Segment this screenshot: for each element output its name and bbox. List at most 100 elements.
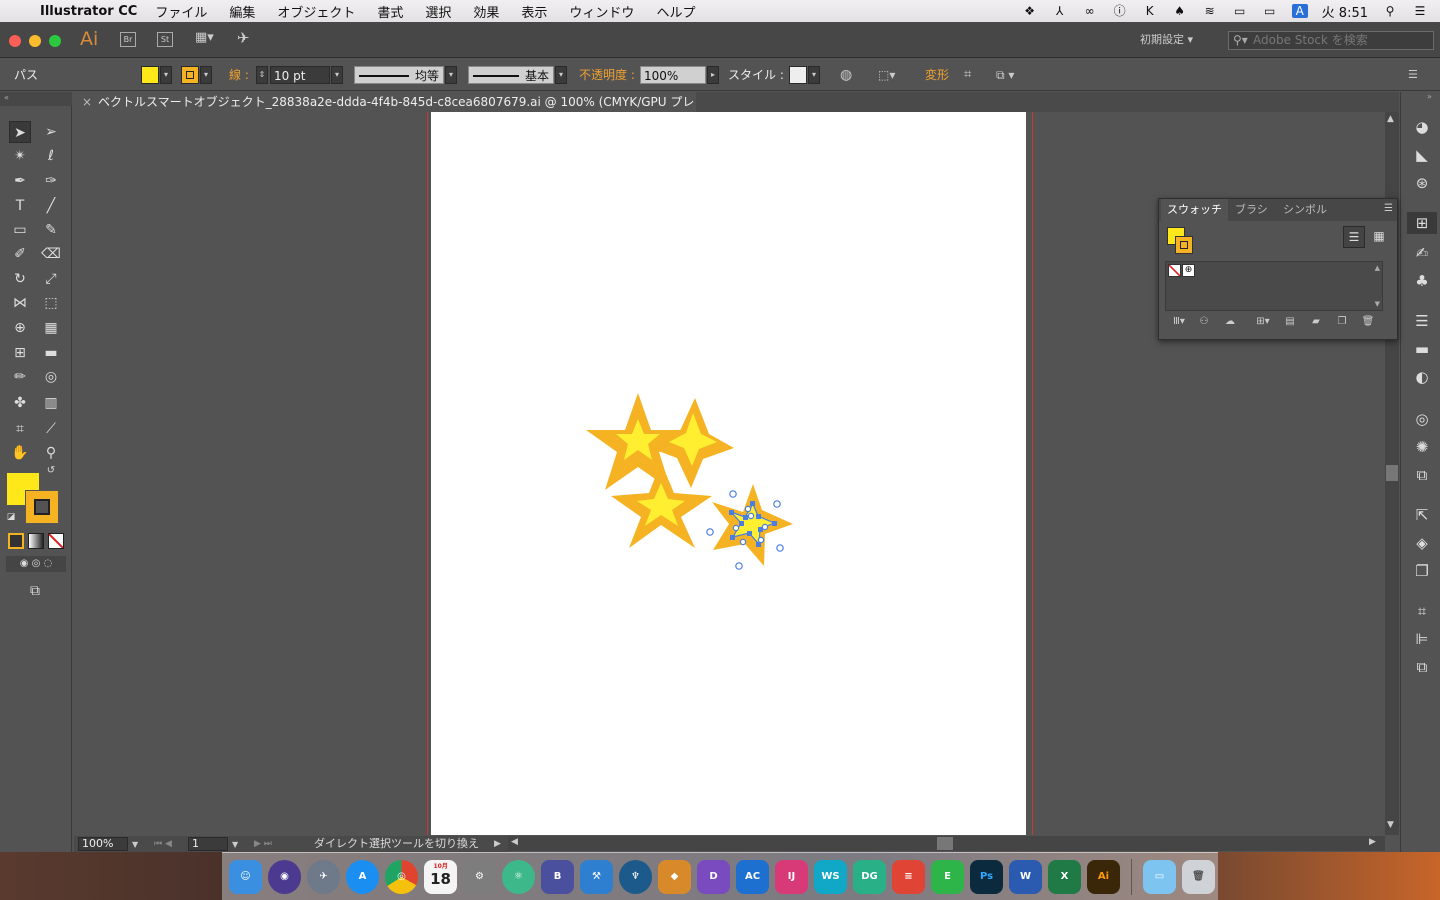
document-tab[interactable]: × ベクトルスマートオブジェクト_28838a2e-ddda-4f4b-845d… (74, 92, 696, 112)
swatch-list-scroll-up[interactable]: ▲ (1375, 264, 1380, 272)
stroke-weight-dropdown[interactable]: ▾ (331, 66, 343, 84)
zoom-window-button[interactable] (49, 35, 61, 47)
horizontal-scroll-thumb[interactable] (937, 837, 953, 850)
fill-color-swatch[interactable] (141, 66, 159, 84)
pathfinder-panel-icon[interactable]: ⧉ (1411, 656, 1433, 678)
transform-label[interactable]: 変形 (925, 66, 949, 84)
curvature-tool-icon[interactable]: ✑ (40, 170, 62, 192)
grid-view-button[interactable]: ▦ (1368, 226, 1390, 248)
battery-icon[interactable]: ▭ (1262, 4, 1278, 18)
dock-photoshop[interactable]: Ps (969, 859, 1004, 894)
gradient-mode-icon[interactable] (28, 533, 44, 549)
panel-dock-collapse[interactable]: » (1427, 92, 1432, 101)
swap-fill-stroke-icon[interactable]: ↺ (44, 464, 58, 478)
variable-width-profile[interactable]: 均等 (354, 66, 444, 84)
slice-tool-icon[interactable]: ⟋ (40, 418, 62, 440)
dock-bbedit[interactable]: B (540, 859, 575, 894)
last-artboard-icon[interactable]: ▶ ⏭ (254, 836, 272, 852)
menu-help[interactable]: ヘルプ (656, 2, 695, 21)
tools-panel-collapse[interactable]: « (0, 92, 72, 106)
status-menu-arrow[interactable]: ▶ (494, 836, 501, 852)
wifi-icon[interactable]: ≋ (1202, 4, 1218, 18)
dock-downloads-folder[interactable]: ▭ (1142, 859, 1177, 894)
dock-webstorm[interactable]: WS (813, 859, 848, 894)
dock-intellij[interactable]: IJ (774, 859, 809, 894)
close-document-icon[interactable]: × (82, 92, 92, 112)
opacity-slider-arrow[interactable]: ▸ (707, 66, 719, 84)
artboard-number-input[interactable]: 1 (188, 837, 228, 851)
dock-excel[interactable]: X (1047, 859, 1082, 894)
minimize-window-button[interactable] (29, 35, 41, 47)
blend-tool-icon[interactable]: ◎ (40, 366, 62, 388)
lasso-tool-icon[interactable]: ℓ (40, 145, 62, 167)
fill-dropdown[interactable]: ▾ (160, 66, 172, 84)
list-view-button[interactable]: ☰ (1343, 226, 1365, 248)
first-artboard-icon[interactable]: ⏮ ◀ (154, 836, 172, 852)
magic-wand-tool-icon[interactable]: ✴ (9, 145, 31, 167)
zoom-level-input[interactable]: 100% (78, 837, 128, 851)
mesh-tool-icon[interactable]: ⊞ (9, 342, 31, 364)
dock-sketchup[interactable]: ◆ (657, 859, 692, 894)
stroke-weight-input[interactable]: 10 pt (270, 66, 330, 84)
dock-word[interactable]: W (1008, 859, 1043, 894)
star-group-top[interactable] (586, 393, 734, 548)
dock-launchpad[interactable]: ✈ (306, 859, 341, 894)
brushes-panel-icon[interactable]: ✍ (1411, 242, 1433, 264)
spotlight-search-icon[interactable]: ⚲ (1382, 4, 1398, 18)
eyedropper-tool-icon[interactable]: ✏ (9, 366, 31, 388)
column-graph-tool-icon[interactable]: ▥ (40, 392, 62, 414)
tab-brushes[interactable]: ブラシ (1229, 199, 1274, 221)
transform-panel-icon[interactable]: ⌗ (1411, 600, 1433, 622)
shape-options-icon[interactable]: ⧉ ▾ (996, 66, 1028, 84)
zoom-tool-icon[interactable]: ⚲ (40, 442, 62, 464)
stroke-label[interactable]: 線 : (229, 66, 249, 84)
bridge-button[interactable]: Br (120, 32, 136, 47)
dock-chrome[interactable]: ◎ (384, 859, 419, 894)
selected-star[interactable] (706, 484, 793, 570)
scroll-up-arrow[interactable]: ▲ (1387, 114, 1394, 124)
asset-export-panel-icon[interactable]: ⧉ (1411, 464, 1433, 486)
dock-datagrip[interactable]: DG (852, 859, 887, 894)
default-fill-stroke-icon[interactable]: ◪ (4, 510, 18, 524)
type-tool-icon[interactable]: T (9, 195, 31, 217)
panel-stroke-swatch[interactable] (1175, 236, 1193, 254)
tab-swatches[interactable]: スウォッチ (1161, 199, 1228, 221)
free-transform-tool-icon[interactable]: ⬚ (40, 292, 62, 314)
hand-tool-icon[interactable]: ✋ (9, 442, 31, 464)
dock-atom[interactable]: ⚛ (501, 859, 536, 894)
dock-evernote[interactable]: E (930, 859, 965, 894)
dock-illustrator[interactable]: Ai (1086, 859, 1121, 894)
artwork[interactable] (431, 112, 1026, 835)
dock-xcode[interactable]: ⚒ (579, 859, 614, 894)
dropbox-icon[interactable]: ❖ (1022, 4, 1038, 18)
menu-file[interactable]: ファイル (155, 2, 207, 21)
dock-app-store[interactable]: A (345, 859, 380, 894)
artboard-tool-icon[interactable]: ⌗ (9, 418, 31, 440)
menu-window[interactable]: ウィンドウ (569, 2, 634, 21)
brush-definition[interactable]: 基本 (468, 66, 554, 84)
graphic-styles-panel-icon[interactable]: ✺ (1411, 436, 1433, 458)
panel-menu-icon[interactable]: ☰ (1384, 203, 1393, 214)
swatch-libraries-icon[interactable]: Ⅲ▾ (1169, 315, 1189, 329)
export-panel-icon[interactable]: ⇱ (1411, 504, 1433, 526)
shape-builder-tool-icon[interactable]: ⊕ (9, 317, 31, 339)
artboard[interactable] (431, 112, 1026, 835)
dock-todoist[interactable]: ≡ (891, 859, 926, 894)
scroll-right-arrow[interactable]: ▶ (1369, 837, 1376, 847)
brush-dropdown[interactable]: ▾ (555, 66, 567, 84)
dock-trash[interactable]: 🗑 (1181, 859, 1216, 894)
rotate-tool-icon[interactable]: ↻ (9, 268, 31, 290)
cloud-icon[interactable]: ☁ (1223, 315, 1237, 329)
opacity-input[interactable]: 100% (640, 66, 706, 84)
align-options-icon[interactable]: ⬚▾ (878, 66, 906, 84)
tab-symbols[interactable]: シンボル (1277, 199, 1333, 221)
clock[interactable]: 火 8:51 (1322, 2, 1368, 21)
swatch-registration[interactable]: ⊕ (1182, 264, 1195, 277)
paintbrush-tool-icon[interactable]: ✎ (40, 219, 62, 241)
selection-tool-icon[interactable]: ➤ (9, 121, 31, 143)
recolor-artwork-icon[interactable]: ◍ (840, 66, 858, 84)
dock-sourcetree[interactable]: ♆ (618, 859, 653, 894)
adobe-stock-button[interactable]: St (157, 32, 173, 47)
profile-dropdown[interactable]: ▾ (445, 66, 457, 84)
drawing-modes-icon[interactable]: ◉ ◎ ◌ (6, 556, 66, 572)
